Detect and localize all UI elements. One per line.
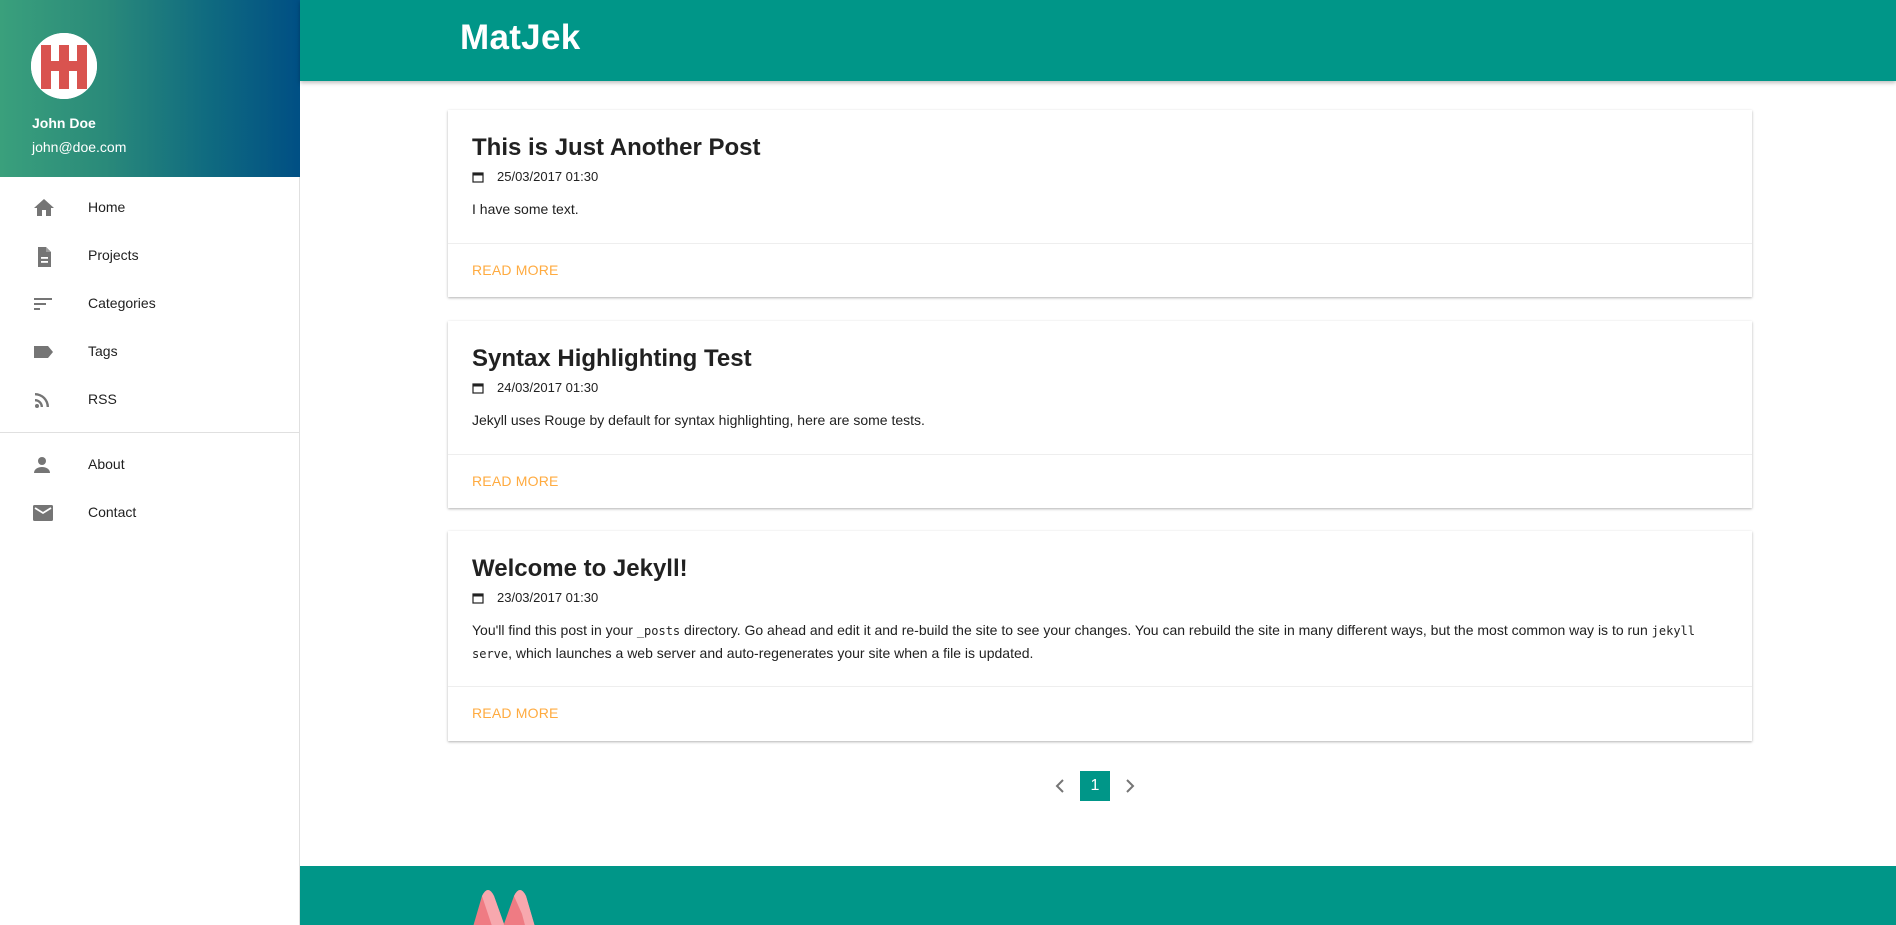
sidebar-item-label: Tags [88, 343, 118, 359]
post-title[interactable]: Syntax Highlighting Test [472, 345, 752, 373]
read-more-link[interactable]: READ MORE [472, 705, 559, 721]
sidebar-item-label: Contact [88, 504, 137, 520]
read-more-link[interactable]: READ MORE [472, 262, 559, 278]
card-divider [448, 454, 1752, 455]
sidebar-profile-header: John Doe john@doe.com [0, 0, 300, 177]
post-title[interactable]: This is Just Another Post [472, 134, 760, 162]
sidebar-item-about[interactable]: About [0, 441, 300, 489]
document-icon [32, 246, 56, 267]
calendar-icon [472, 171, 484, 183]
page-number-current[interactable]: 1 [1080, 771, 1110, 801]
post-date: 25/03/2017 01:30 [472, 169, 598, 184]
post-excerpt: I have some text. [472, 201, 579, 217]
pagination: 1 [1047, 771, 1143, 801]
excerpt-text: You'll find this post in your [472, 622, 637, 638]
card-divider [448, 243, 1752, 244]
sidebar-nav: Home Projects Categories Tags RSS About … [0, 177, 300, 537]
nav-divider [0, 432, 300, 433]
next-page-button[interactable] [1117, 771, 1143, 801]
post-date-text: 23/03/2017 01:30 [497, 590, 599, 605]
sidebar-item-label: Home [88, 199, 126, 215]
post-title[interactable]: Welcome to Jekyll! [472, 555, 688, 583]
sidebar-item-tags[interactable]: Tags [0, 328, 300, 376]
post-card: This is Just Another Post 25/03/2017 01:… [448, 110, 1752, 297]
chevron-right-icon [1126, 779, 1135, 793]
calendar-icon [472, 382, 484, 394]
avatar [31, 33, 97, 99]
user-email: john@doe.com [32, 139, 127, 155]
home-icon [32, 198, 56, 218]
label-icon [32, 342, 56, 362]
post-date-text: 25/03/2017 01:30 [497, 169, 599, 184]
sidebar-item-label: About [88, 456, 125, 472]
site-title[interactable]: MatJek [460, 18, 580, 58]
sidebar-item-contact[interactable]: Contact [0, 489, 300, 537]
footer-logo-icon [473, 890, 535, 925]
prev-page-button[interactable] [1047, 771, 1073, 801]
sidebar-item-label: Categories [88, 295, 156, 311]
card-divider [448, 686, 1752, 687]
post-card: Syntax Highlighting Test 24/03/2017 01:3… [448, 321, 1752, 508]
footer [300, 866, 1896, 925]
sidebar-item-categories[interactable]: Categories [0, 280, 300, 328]
calendar-icon [472, 592, 484, 604]
post-date: 23/03/2017 01:30 [472, 590, 598, 605]
excerpt-text: directory. Go ahead and edit it and re-b… [680, 622, 1652, 638]
rss-icon [32, 390, 56, 410]
post-date: 24/03/2017 01:30 [472, 380, 598, 395]
sort-icon [32, 294, 56, 314]
mail-icon [32, 503, 56, 523]
chevron-left-icon [1055, 779, 1064, 793]
read-more-link[interactable]: READ MORE [472, 473, 559, 489]
post-card: Welcome to Jekyll! 23/03/2017 01:30 You'… [448, 531, 1752, 741]
sidebar-item-rss[interactable]: RSS [0, 376, 300, 424]
sidebar-item-label: Projects [88, 247, 139, 263]
sidebar-item-label: RSS [88, 391, 117, 407]
top-app-bar: MatJek [300, 0, 1896, 81]
post-date-text: 24/03/2017 01:30 [497, 380, 599, 395]
user-name: John Doe [32, 115, 96, 131]
person-icon [32, 455, 56, 475]
post-excerpt: You'll find this post in your _posts dir… [472, 619, 1728, 665]
inline-code: _posts [636, 624, 681, 638]
sidebar-item-projects[interactable]: Projects [0, 232, 300, 280]
sidebar: John Doe john@doe.com Home Projects Cate… [0, 0, 300, 925]
sidebar-item-home[interactable]: Home [0, 184, 300, 232]
excerpt-text: , which launches a web server and auto-r… [508, 645, 1034, 661]
post-excerpt: Jekyll uses Rouge by default for syntax … [472, 412, 925, 428]
